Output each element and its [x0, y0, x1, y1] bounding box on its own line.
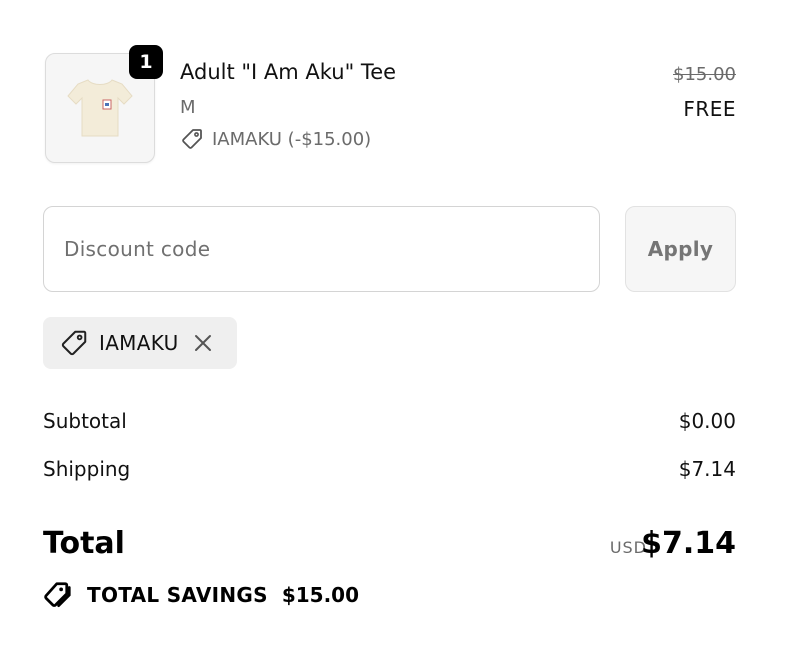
- total-label: Total: [43, 526, 125, 561]
- tag-icon: [61, 330, 87, 356]
- remove-code-button[interactable]: [193, 333, 213, 353]
- savings-value: $15.00: [281, 583, 360, 607]
- applied-code-label: IAMAKU: [99, 331, 179, 355]
- discount-code-input[interactable]: [43, 206, 600, 292]
- subtotal-value: $0.00: [678, 409, 736, 433]
- quantity-badge: 1: [129, 45, 163, 79]
- apply-button[interactable]: Apply: [625, 206, 736, 292]
- shipping-label: Shipping: [43, 457, 131, 481]
- tshirt-icon: [67, 79, 133, 137]
- product-discount-label: IAMAKU (-$15.00): [212, 128, 372, 150]
- applied-discount-chip: IAMAKU: [43, 317, 237, 369]
- product-variant: M: [180, 97, 196, 118]
- tags-icon: [44, 582, 71, 607]
- shipping-value: $7.14: [678, 457, 736, 481]
- close-icon[interactable]: [193, 333, 213, 353]
- tag-icon: [182, 129, 202, 149]
- final-price: FREE: [683, 97, 736, 121]
- original-price: $15.00: [673, 64, 736, 85]
- total-value: $7.14: [641, 526, 736, 561]
- total-savings: TOTAL SAVINGS $15.00: [43, 580, 359, 610]
- subtotal-label: Subtotal: [43, 409, 127, 433]
- product-name: Adult "I Am Aku" Tee: [180, 60, 397, 84]
- product-discount: IAMAKU (-$15.00): [180, 127, 371, 151]
- savings-label: TOTAL SAVINGS: [87, 583, 268, 607]
